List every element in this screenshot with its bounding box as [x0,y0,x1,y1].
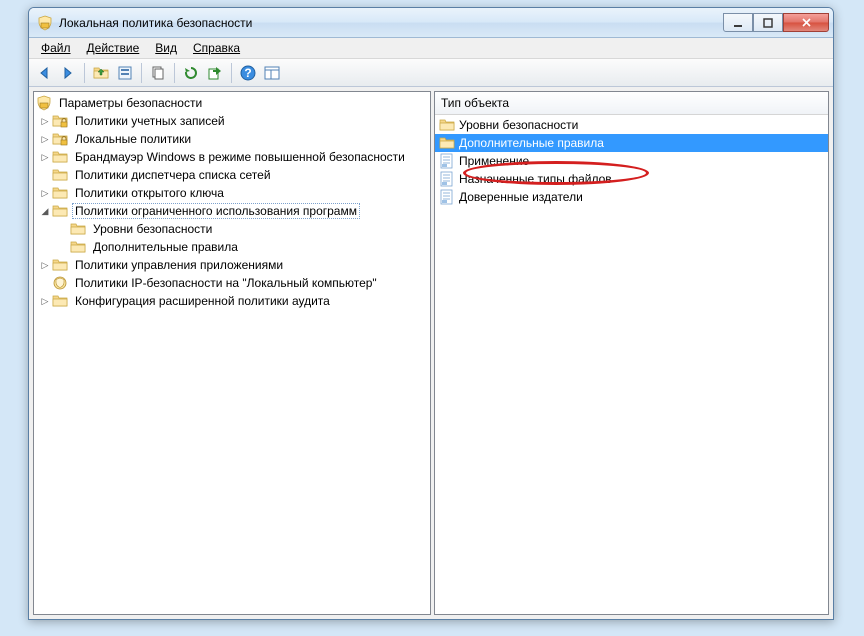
tree-expander-icon[interactable] [56,240,70,254]
list-item-label: Дополнительные правила [459,136,604,150]
folder-icon [52,185,68,201]
tree-root-label: Параметры безопасности [56,96,205,110]
tree-expander-icon[interactable] [56,222,70,236]
window-title: Локальная политика безопасности [59,16,723,30]
folder-icon [52,293,68,309]
toolbar-separator [174,63,175,83]
list-item[interactable]: Применение [435,152,828,170]
tree-expander-icon[interactable] [38,276,52,290]
tree-item[interactable]: ▷ Брандмауэр Windows в режиме повышенной … [34,148,430,166]
folder-icon [439,135,455,151]
titlebar[interactable]: Локальная политика безопасности [29,8,833,38]
tree-item-label: Политики диспетчера списка сетей [72,168,274,182]
tree-root[interactable]: Параметры безопасности [34,94,430,112]
minimize-button[interactable] [723,13,753,32]
doc-icon [439,189,455,205]
tree-item[interactable]: Дополнительные правила [34,238,430,256]
list-item[interactable]: Назначенные типы файлов [435,170,828,188]
tree-item-label: Политики учетных записей [72,114,228,128]
tree-expander-icon[interactable]: ▷ [38,186,52,200]
tree-expander-icon[interactable]: ▷ [38,258,52,272]
tree-pane[interactable]: Параметры безопасности ▷ Политики учетных… [33,91,431,615]
list-item-label: Применение [459,154,529,168]
doc-icon [439,153,455,169]
list-item-label: Назначенные типы файлов [459,172,612,186]
app-icon [37,15,53,31]
tree-item-label: Уровни безопасности [90,222,215,236]
tree-item-label: Политики управления приложениями [72,258,286,272]
folder-lock-icon [52,131,68,147]
folder-icon [70,239,86,255]
tree-expander-icon[interactable]: ◢ [38,204,52,218]
help-button[interactable] [237,62,259,84]
window-controls [723,13,829,32]
folder-lock-icon [52,113,68,129]
list-header[interactable]: Тип объекта [435,92,828,115]
tree-item-label: Политики IP-безопасности на "Локальный к… [72,276,380,290]
tree-item[interactable]: ▷ Политики учетных записей [34,112,430,130]
menu-file[interactable]: Файл [33,39,79,57]
tree-expander-icon[interactable]: ▷ [38,150,52,164]
forward-button[interactable] [57,62,79,84]
export-button[interactable] [204,62,226,84]
toolbar-separator [141,63,142,83]
maximize-button[interactable] [753,13,783,32]
tree-item[interactable]: Политики IP-безопасности на "Локальный к… [34,274,430,292]
list-header-label: Тип объекта [441,96,509,110]
doc-icon [439,171,455,187]
folder-icon [52,203,68,219]
tree-item[interactable]: ▷ Политики открытого ключа [34,184,430,202]
tree-item[interactable]: Политики диспетчера списка сетей [34,166,430,184]
close-button[interactable] [783,13,829,32]
folder-icon [52,257,68,273]
list-body: Уровни безопасности Дополнительные правил… [435,115,828,614]
menubar: Файл Действие Вид Справка [29,38,833,59]
toolbar-separator [84,63,85,83]
tree-item-label: Политики ограниченного использования про… [72,203,360,219]
tree-item[interactable]: ◢ Политики ограниченного использования пр… [34,202,430,220]
refresh-button[interactable] [180,62,202,84]
folder-icon [52,149,68,165]
tree-item[interactable]: Уровни безопасности [34,220,430,238]
tree-item-label: Брандмауэр Windows в режиме повышенной б… [72,150,408,164]
tree-item-label: Политики открытого ключа [72,186,227,200]
list-item-label: Доверенные издатели [459,190,583,204]
ip-shield-icon [52,275,68,291]
tree-expander-icon[interactable]: ▷ [38,114,52,128]
menu-view[interactable]: Вид [147,39,185,57]
tree-item-label: Конфигурация расширенной политики аудита [72,294,333,308]
shield-icon [36,95,52,111]
tree-item-label: Локальные политики [72,132,194,146]
main-window: Локальная политика безопасности Файл Дей… [28,7,834,620]
list-item[interactable]: Доверенные издатели [435,188,828,206]
folder-icon [70,221,86,237]
content-area: Параметры безопасности ▷ Политики учетных… [29,87,833,619]
folder-icon [52,167,68,183]
tree-item[interactable]: ▷ Политики управления приложениями [34,256,430,274]
menu-action[interactable]: Действие [79,39,148,57]
tree-expander-icon[interactable]: ▷ [38,294,52,308]
list-item[interactable]: Уровни безопасности [435,116,828,134]
tree-expander-icon[interactable]: ▷ [38,132,52,146]
folder-icon [439,117,455,133]
list-item[interactable]: Дополнительные правила [435,134,828,152]
tree-item[interactable]: ▷ Конфигурация расширенной политики аудит… [34,292,430,310]
properties-button[interactable] [114,62,136,84]
panes-button[interactable] [261,62,283,84]
back-button[interactable] [33,62,55,84]
tree-expander-icon[interactable] [38,168,52,182]
copy-button[interactable] [147,62,169,84]
list-item-label: Уровни безопасности [459,118,578,132]
menu-help[interactable]: Справка [185,39,248,57]
tree-item[interactable]: ▷ Локальные политики [34,130,430,148]
toolbar-separator [231,63,232,83]
list-pane[interactable]: Тип объекта Уровни безопасности Дополните… [434,91,829,615]
toolbar [29,59,833,87]
tree-item-label: Дополнительные правила [90,240,241,254]
up-button[interactable] [90,62,112,84]
